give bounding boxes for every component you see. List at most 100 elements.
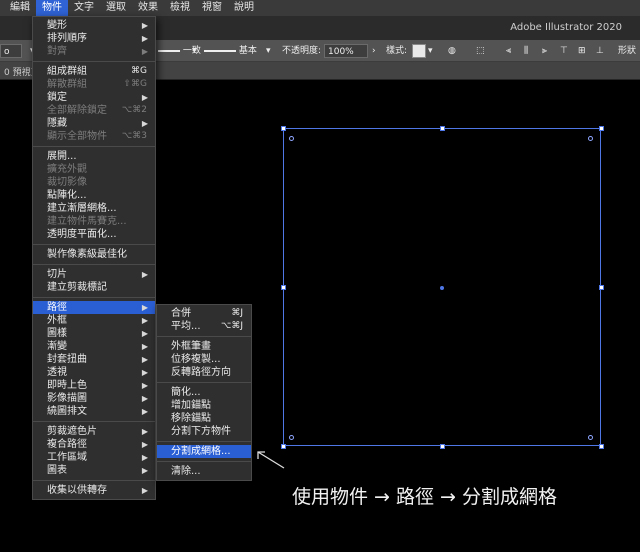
object-menu-item-label: 圖表 <box>47 465 67 476</box>
submenu-arrow-icon: ▶ <box>141 303 148 312</box>
object-menu: 變形 ▶ 排列順序 ▶ 對齊 ▶ 組成群組 ⌘G 解散群組 ⇧⌘G 鎖定 ▶ 全部解除鎖定 ⌥⌘2 隱藏 ▶ 顯… <box>32 16 156 500</box>
object-menu-item[interactable]: 外框 ▶ <box>33 314 155 327</box>
menubar-item[interactable]: 檢視 <box>164 0 196 16</box>
corner-widget[interactable] <box>588 136 593 141</box>
menubar-item[interactable]: 說明 <box>228 0 260 16</box>
path-submenu-item[interactable]: 合併 ⌘J <box>157 307 251 320</box>
menu-shortcut: ⇧⌘G <box>123 79 147 89</box>
menubar-item[interactable]: 編輯 <box>4 0 36 16</box>
object-menu-item[interactable]: 影像描圖 ▶ <box>33 392 155 405</box>
object-menu-item[interactable]: 變形 ▶ <box>33 19 155 32</box>
object-menu-item[interactable]: 展開... <box>33 150 155 163</box>
object-menu-item-label: 漸變 <box>47 341 67 352</box>
object-menu-item[interactable]: 即時上色 ▶ <box>33 379 155 392</box>
path-submenu-item[interactable]: 位移複製... <box>157 353 251 366</box>
object-menu-item[interactable]: 建立漸層網格... <box>33 202 155 215</box>
object-menu-item: 顯示全部物件 ⌥⌘3 <box>33 130 155 143</box>
align-left-icon[interactable]: ⫷ <box>506 44 511 58</box>
bounding-handle[interactable] <box>440 126 445 131</box>
shape-label[interactable]: 形狀 <box>618 44 636 58</box>
menubar-item[interactable]: 物件 <box>36 0 68 16</box>
object-menu-item-label: 路徑 <box>47 302 67 313</box>
path-submenu-item[interactable]: 清除... <box>157 465 251 478</box>
opacity-input[interactable]: 100% <box>324 44 368 58</box>
corner-widget[interactable] <box>588 435 593 440</box>
path-submenu-item[interactable]: 分割下方物件 <box>157 425 251 438</box>
object-menu-item[interactable]: 排列順序 ▶ <box>33 32 155 45</box>
path-submenu-item-label: 平均... <box>171 321 201 332</box>
align-top-icon[interactable]: ⊤ <box>560 44 568 58</box>
path-submenu-item-label: 位移複製... <box>171 354 221 365</box>
path-submenu-item[interactable]: 移除錨點 <box>157 412 251 425</box>
path-submenu-item[interactable]: 外框筆畫 <box>157 340 251 353</box>
fill-swatch-dropdown[interactable]: o <box>0 44 22 58</box>
align-to-icon[interactable]: ⬚ <box>476 44 485 58</box>
submenu-arrow-icon: ▶ <box>141 119 148 128</box>
menubar-item[interactable]: 視窗 <box>196 0 228 16</box>
path-submenu-item[interactable]: 簡化... <box>157 386 251 399</box>
object-menu-item[interactable]: 圖樣 ▶ <box>33 327 155 340</box>
path-submenu-item[interactable]: 平均... ⌥⌘J <box>157 320 251 333</box>
align-right-icon[interactable]: ⫸ <box>542 44 547 58</box>
submenu-arrow-icon: ▶ <box>141 355 148 364</box>
object-menu-item: 裁切影像 <box>33 176 155 189</box>
object-menu-item-label: 工作區域 <box>47 452 87 463</box>
chevron-down-icon[interactable]: ▾ <box>266 44 271 58</box>
object-menu-item[interactable]: 建立剪裁標記 <box>33 281 155 294</box>
object-menu-item[interactable]: 複合路徑 ▶ <box>33 438 155 451</box>
submenu-arrow-icon: ▶ <box>141 329 148 338</box>
object-menu-item[interactable]: 隱藏 ▶ <box>33 117 155 130</box>
chevron-right-icon[interactable]: › <box>372 44 376 58</box>
align-center-icon[interactable]: ⫼ <box>524 44 528 58</box>
corner-widget[interactable] <box>289 435 294 440</box>
object-menu-item: 全部解除鎖定 ⌥⌘2 <box>33 104 155 117</box>
path-submenu-item-label: 簡化... <box>171 387 201 398</box>
bounding-handle[interactable] <box>599 285 604 290</box>
menu-separator <box>33 61 155 62</box>
object-menu-item[interactable]: 路徑 ▶ <box>33 301 155 314</box>
object-menu-item[interactable]: 工作區域 ▶ <box>33 451 155 464</box>
path-submenu-item-label: 分割成網格... <box>171 446 231 457</box>
bounding-handle[interactable] <box>599 126 604 131</box>
chevron-down-icon[interactable]: ▾ <box>192 44 197 58</box>
chevron-down-icon[interactable]: ▾ <box>428 44 433 58</box>
object-menu-item[interactable]: 繞圖排文 ▶ <box>33 405 155 418</box>
bounding-handle[interactable] <box>440 444 445 449</box>
align-bottom-icon[interactable]: ⊥ <box>596 44 604 58</box>
stroke-profile-preview <box>158 49 180 52</box>
object-menu-item[interactable]: 封套扭曲 ▶ <box>33 353 155 366</box>
bounding-handle[interactable] <box>599 444 604 449</box>
recolor-artwork-icon[interactable]: ◍ <box>448 44 456 58</box>
object-menu-item[interactable]: 透明度平面化... <box>33 228 155 241</box>
object-menu-item[interactable]: 組成群組 ⌘G <box>33 65 155 78</box>
object-menu-item-label: 組成群組 <box>47 66 87 77</box>
object-menu-item[interactable]: 漸變 ▶ <box>33 340 155 353</box>
object-menu-item[interactable]: 透視 ▶ <box>33 366 155 379</box>
opacity-label[interactable]: 不透明度: <box>282 44 321 58</box>
object-menu-item[interactable]: 切片 ▶ <box>33 268 155 281</box>
object-menu-item[interactable]: 剪裁遮色片 ▶ <box>33 425 155 438</box>
brush-definition-dropdown[interactable]: 基本 <box>204 44 257 58</box>
menubar-item[interactable]: 效果 <box>132 0 164 16</box>
object-menu-item-label: 建立物件馬賽克... <box>47 216 127 227</box>
bounding-handle[interactable] <box>281 285 286 290</box>
path-submenu-item[interactable]: 反轉路徑方向 <box>157 366 251 379</box>
bounding-handle[interactable] <box>281 126 286 131</box>
graphic-style-swatch[interactable] <box>412 44 426 58</box>
brush-preview <box>204 49 236 52</box>
object-menu-item[interactable]: 鎖定 ▶ <box>33 91 155 104</box>
menu-shortcut: ⌥⌘3 <box>121 131 147 141</box>
object-menu-item-label: 點陣化... <box>47 190 87 201</box>
object-menu-item[interactable]: 收集以供轉存 ▶ <box>33 484 155 497</box>
corner-widget[interactable] <box>289 136 294 141</box>
object-menu-item[interactable]: 製作像素級最佳化 <box>33 248 155 261</box>
menubar-item[interactable]: 選取 <box>100 0 132 16</box>
object-menu-item-label: 製作像素級最佳化 <box>47 249 127 260</box>
object-menu-item[interactable]: 圖表 ▶ <box>33 464 155 477</box>
path-submenu-item[interactable]: 分割成網格... <box>157 445 251 458</box>
path-submenu-item[interactable]: 增加錨點 <box>157 399 251 412</box>
object-menu-item-label: 圖樣 <box>47 328 67 339</box>
object-menu-item[interactable]: 點陣化... <box>33 189 155 202</box>
align-middle-icon[interactable]: ⊞ <box>578 44 586 58</box>
menubar-item[interactable]: 文字 <box>68 0 100 16</box>
